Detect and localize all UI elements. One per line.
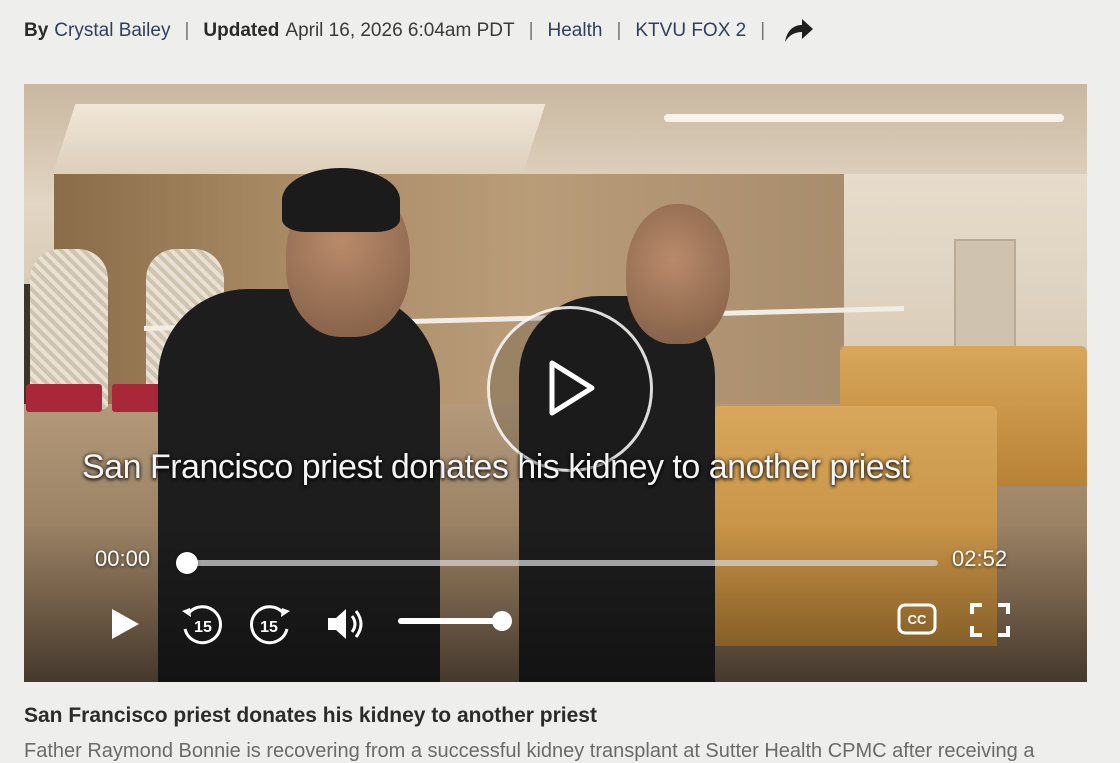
forward-15-icon: 15: [250, 605, 290, 645]
updated-label: Updated: [203, 20, 280, 41]
play-icon: [112, 609, 139, 639]
category-link[interactable]: Health: [548, 20, 603, 42]
source-link[interactable]: KTVU FOX 2: [635, 20, 746, 42]
video-player[interactable]: San Francisco priest donates his kidney …: [24, 84, 1087, 682]
article-byline: By Crystal Bailey | Updated April 16, 20…: [24, 16, 815, 46]
scene-person-head: [626, 204, 730, 344]
share-arrow-icon[interactable]: [781, 16, 815, 46]
captions-button[interactable]: CC: [896, 602, 938, 641]
fullscreen-button[interactable]: [968, 601, 1012, 644]
article-snippet: Father Raymond Bonnie is recovering from…: [24, 740, 1035, 762]
author-link[interactable]: Crystal Bailey: [54, 20, 170, 42]
article-title: San Francisco priest donates his kidney …: [24, 704, 597, 727]
volume-button[interactable]: [324, 604, 368, 649]
closed-captions-icon: CC: [897, 603, 937, 635]
byline-separator: |: [760, 20, 766, 41]
byline-separator: |: [528, 20, 534, 41]
rewind-15-icon: 15: [182, 605, 222, 645]
duration-time: 02:52: [952, 546, 1008, 571]
by-label: By: [24, 20, 49, 41]
scene-person-hair: [282, 168, 400, 232]
scene-soffit: [52, 104, 546, 174]
volume-slider[interactable]: [398, 618, 504, 624]
volume-handle[interactable]: [492, 611, 512, 631]
skip-back-label: 15: [194, 619, 212, 636]
byline-separator: |: [184, 20, 190, 41]
play-circle-icon: [549, 360, 595, 416]
cc-label: CC: [908, 612, 927, 627]
scene-light: [664, 114, 1064, 122]
byline-separator: |: [616, 20, 622, 41]
volume-icon: [328, 609, 363, 639]
progress-handle[interactable]: [176, 552, 198, 574]
fullscreen-icon: [970, 603, 1010, 637]
play-button[interactable]: [108, 606, 142, 647]
scene-chair-seat: [26, 384, 102, 412]
skip-back-button[interactable]: 15: [178, 602, 226, 653]
video-caption: San Francisco priest donates his kidney …: [82, 448, 910, 486]
skip-forward-label: 15: [260, 619, 278, 636]
skip-forward-button[interactable]: 15: [246, 602, 294, 653]
volume-fill: [398, 618, 504, 624]
progress-bar[interactable]: [186, 560, 938, 566]
current-time: 00:00: [95, 546, 151, 571]
updated-date: April 16, 2026 6:04am PDT: [285, 20, 515, 41]
